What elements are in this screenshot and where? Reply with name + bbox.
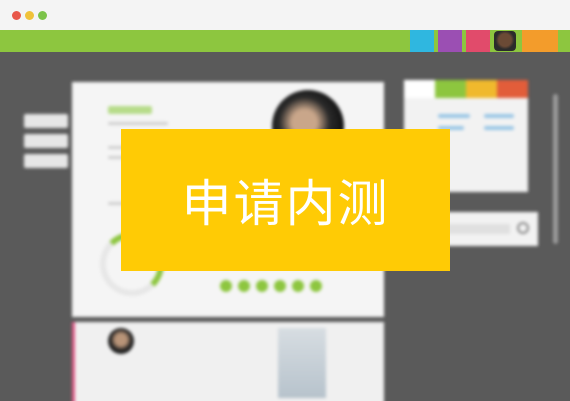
- left-nav: [24, 114, 68, 174]
- side-link[interactable]: [484, 114, 514, 118]
- search-icon[interactable]: [517, 222, 529, 234]
- header-swatch-blue[interactable]: [410, 30, 434, 52]
- profile-name: [108, 106, 152, 114]
- scrollbar[interactable]: [553, 94, 558, 244]
- feed-avatar: [108, 328, 134, 354]
- side-link[interactable]: [484, 126, 514, 130]
- minimize-window-button[interactable]: [25, 11, 34, 20]
- profile-subtitle: [108, 122, 168, 125]
- side-tab[interactable]: [435, 80, 466, 98]
- side-panel-tabs: [404, 80, 528, 98]
- apply-beta-label: 申请内测: [181, 175, 390, 233]
- header-swatch-pink[interactable]: [466, 30, 490, 52]
- side-tab[interactable]: [466, 80, 497, 98]
- status-dot: [310, 280, 322, 292]
- left-nav-item[interactable]: [24, 154, 68, 168]
- header-swatch-orange[interactable]: [522, 30, 558, 52]
- status-dot: [238, 280, 250, 292]
- user-avatar[interactable]: [494, 31, 516, 51]
- maximize-window-button[interactable]: [38, 11, 47, 20]
- status-dot: [274, 280, 286, 292]
- left-nav-item[interactable]: [24, 134, 68, 148]
- side-link[interactable]: [438, 114, 470, 118]
- status-dot: [256, 280, 268, 292]
- status-dot: [292, 280, 304, 292]
- feed-card: [72, 322, 384, 401]
- status-dot: [220, 280, 232, 292]
- feed-card-accent: [72, 322, 75, 401]
- side-tab[interactable]: [404, 80, 435, 98]
- window-titlebar: [0, 0, 570, 30]
- close-window-button[interactable]: [12, 11, 21, 20]
- apply-beta-button[interactable]: 申请内测: [121, 129, 450, 271]
- feed-photo: [278, 328, 326, 398]
- side-tab[interactable]: [497, 80, 528, 98]
- header-swatch-purple[interactable]: [438, 30, 462, 52]
- left-nav-item[interactable]: [24, 114, 68, 128]
